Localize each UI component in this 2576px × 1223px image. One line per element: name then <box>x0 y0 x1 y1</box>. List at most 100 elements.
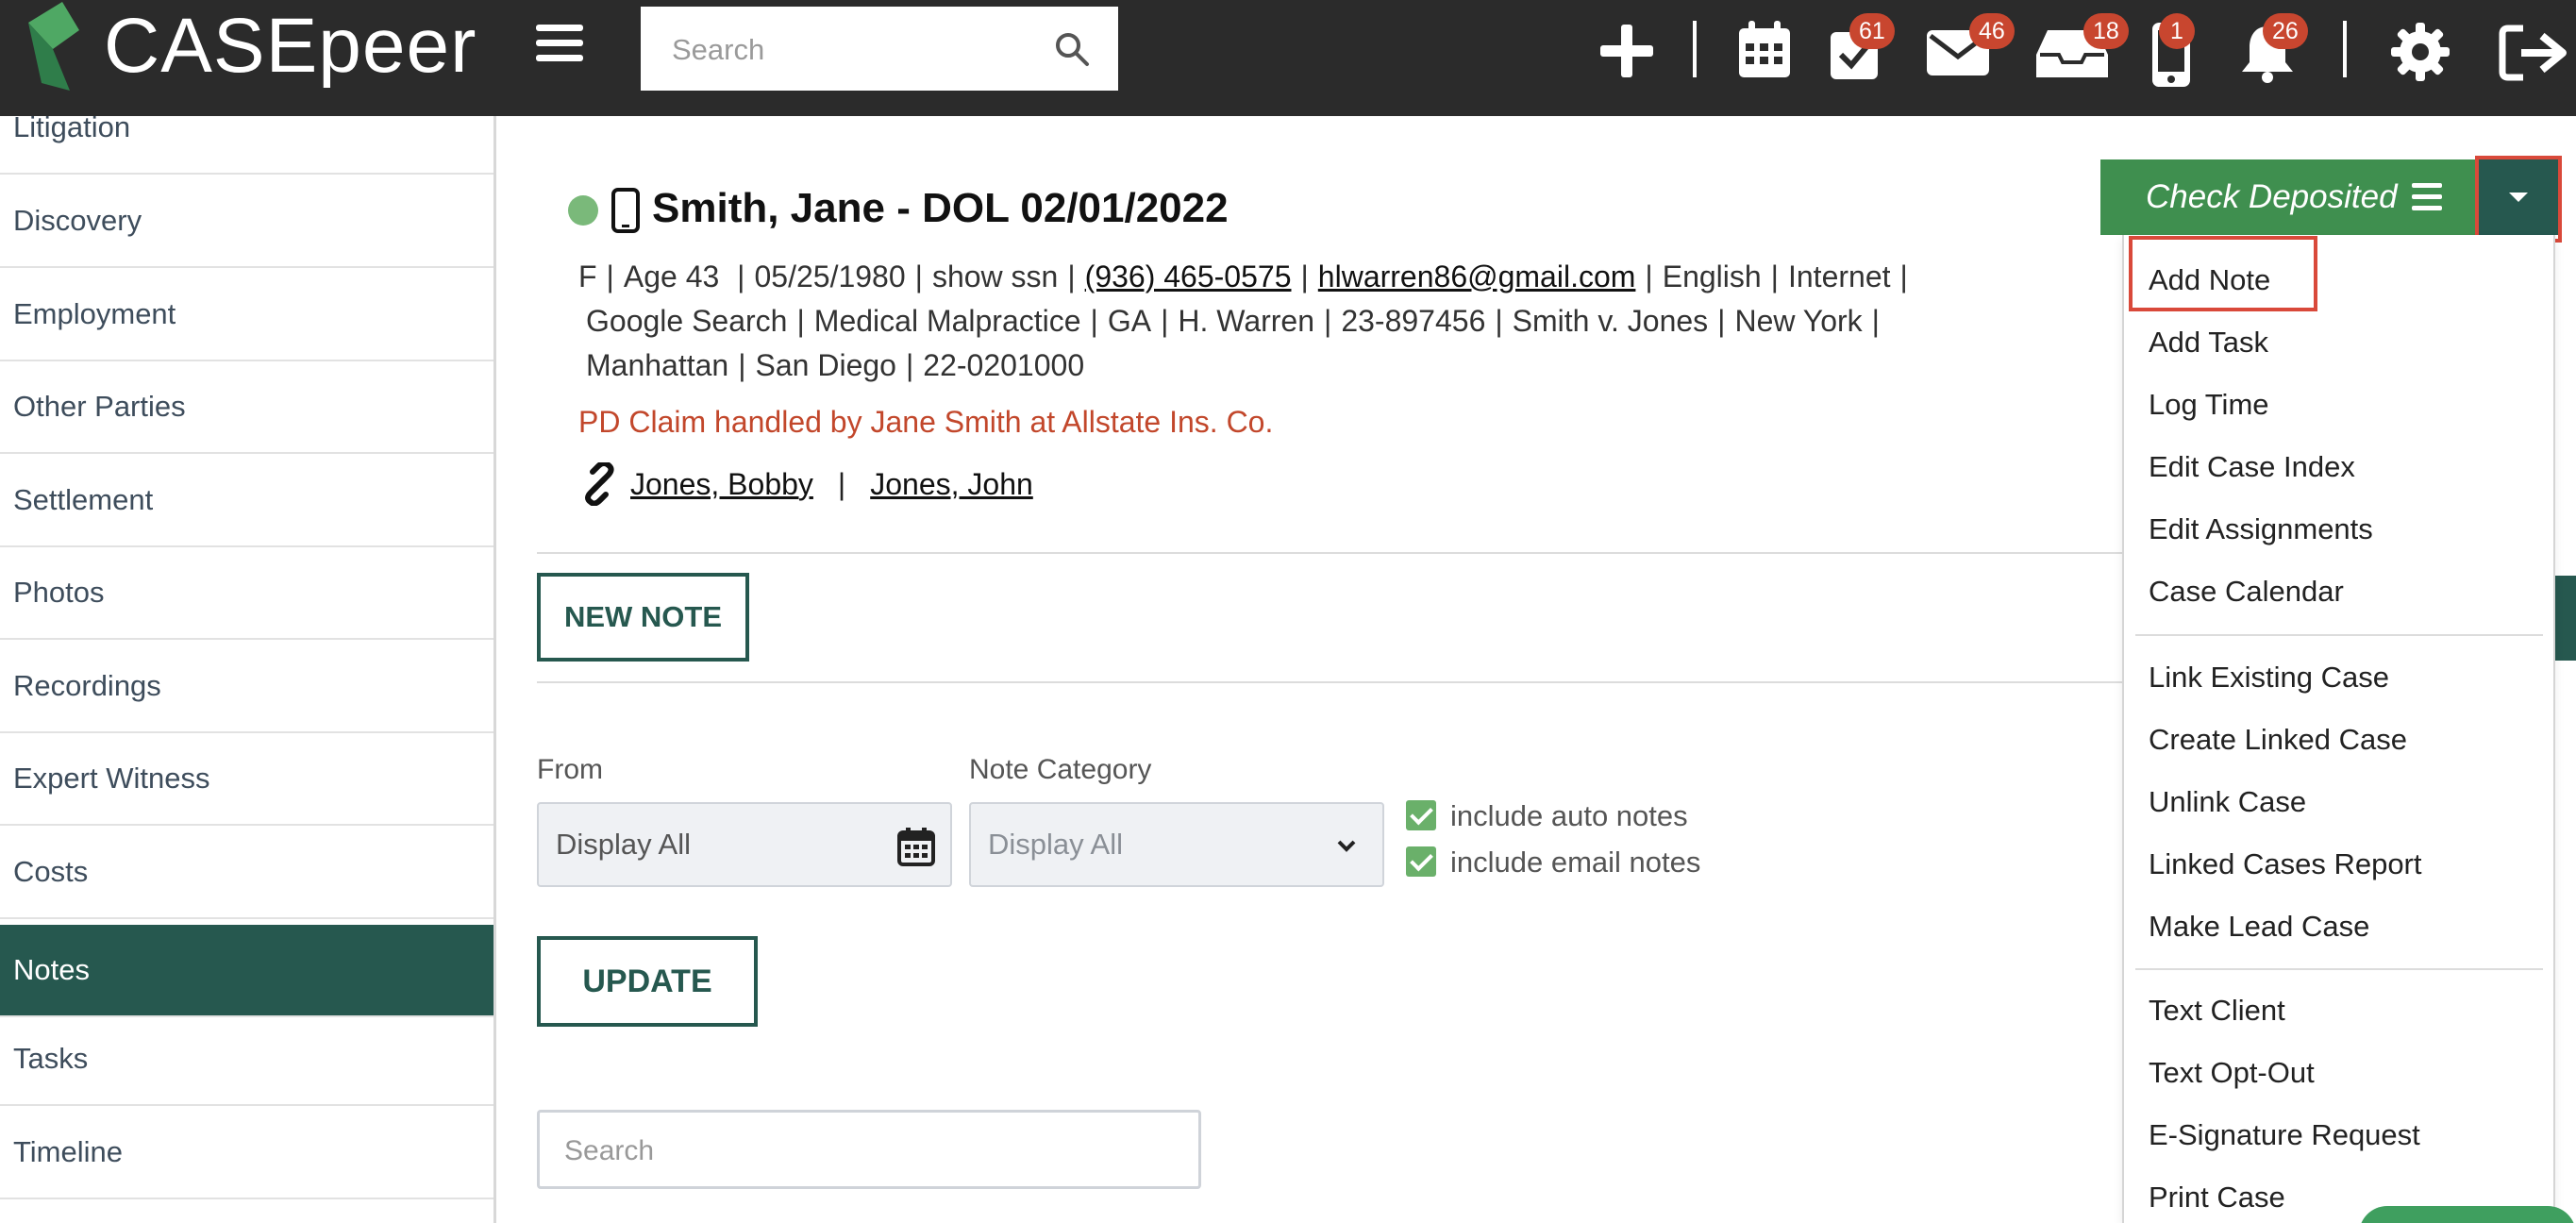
include-email-notes-checkbox[interactable] <box>1406 846 1436 877</box>
linked-case-link[interactable]: Jones, Bobby <box>630 467 813 502</box>
side-panel-tab[interactable] <box>2555 576 2576 661</box>
menu-item-add-task[interactable]: Add Task <box>2149 326 2268 360</box>
sidebar-item-label: Discovery <box>13 204 142 237</box>
client-source: Internet <box>1787 260 1891 293</box>
sidebar-item-discovery[interactable]: Discovery <box>0 176 493 268</box>
chevron-down-icon <box>1337 840 1356 852</box>
menu-divider <box>2135 634 2543 636</box>
search-placeholder: Search <box>672 33 765 66</box>
plus-icon[interactable] <box>1598 23 1655 79</box>
toolbar-divider <box>2343 21 2347 77</box>
logout-icon[interactable] <box>2499 25 2570 81</box>
menu-item-print-case[interactable]: Print Case <box>2149 1181 2285 1215</box>
client-phone-link[interactable]: (936) 465-0575 <box>1085 260 1292 293</box>
case-type: Medical Malpractice <box>813 304 1081 338</box>
sidebar-item-notes[interactable]: Notes <box>0 925 493 1017</box>
menu-item-create-linked-case[interactable]: Create Linked Case <box>2149 723 2407 757</box>
client-dob: 05/25/1980 <box>754 260 906 293</box>
sidebar-item-label: Other Parties <box>13 390 186 423</box>
update-button[interactable]: UPDATE <box>537 936 758 1027</box>
sidebar-item-photos[interactable]: Photos <box>0 547 493 640</box>
case-info-line-2: Google Search | Medical Malpractice | GA | H. … <box>586 304 1880 338</box>
link-icon <box>585 462 614 506</box>
global-search-input[interactable]: Search <box>641 7 1118 91</box>
case-sidebar: Litigation Discovery Employment Other Pa… <box>0 116 496 1223</box>
sidebar-item-other-parties[interactable]: Other Parties <box>0 361 493 454</box>
case-status-button[interactable]: Check Deposited <box>2100 159 2478 235</box>
case-state: GA <box>1107 304 1152 338</box>
sidebar-item-label: Timeline <box>13 1135 123 1168</box>
mail-badge: 46 <box>1969 13 2015 49</box>
calendar-icon[interactable] <box>1737 19 1792 79</box>
tasks-badge: 61 <box>1849 13 1895 49</box>
notes-divider <box>537 681 2122 683</box>
case-office: San Diego <box>755 348 896 382</box>
client-language: English <box>1662 260 1762 293</box>
hamburger-menu-icon[interactable] <box>536 25 583 66</box>
menu-item-log-time[interactable]: Log Time <box>2149 388 2269 422</box>
mobile-phone-icon <box>611 188 640 233</box>
sidebar-item-label: Photos <box>13 576 105 609</box>
client-email-link[interactable]: hlwarren86@gmail.com <box>1318 260 1636 293</box>
notes-search-placeholder: Search <box>564 1135 655 1166</box>
search-icon[interactable] <box>1054 31 1090 67</box>
sidebar-item-label: Settlement <box>13 483 154 516</box>
inbox-badge: 18 <box>2083 13 2129 49</box>
menu-item-case-calendar[interactable]: Case Calendar <box>2149 575 2344 609</box>
menu-item-e-signature-request[interactable]: E-Signature Request <box>2149 1118 2420 1152</box>
sidebar-item-employment[interactable]: Employment <box>0 269 493 361</box>
include-auto-notes-checkbox[interactable] <box>1406 800 1436 830</box>
from-date-value: Display All <box>556 828 691 861</box>
case-info-line-1: F | Age 43 | 05/25/1980 | show ssn | (936) 465-… <box>578 260 1908 293</box>
menu-item-edit-assignments[interactable]: Edit Assignments <box>2149 512 2373 546</box>
top-navbar: CASEpeer Search 61 46 18 1 26 <box>0 0 2576 116</box>
actions-dropdown-menu: Add Note Add Task Log Time Edit Case Ind… <box>2122 235 2555 1223</box>
case-status-dot <box>568 195 598 226</box>
new-note-button[interactable]: NEW NOTE <box>537 573 749 662</box>
sidebar-item-recordings[interactable]: Recordings <box>0 641 493 733</box>
header-divider <box>537 552 2122 554</box>
show-ssn-link[interactable]: show ssn <box>932 260 1058 293</box>
linked-case-link[interactable]: Jones, John <box>870 467 1033 502</box>
highlight-box <box>2475 156 2562 243</box>
sidebar-item-label: Notes <box>13 953 90 986</box>
sidebar-item-tasks[interactable]: Tasks <box>0 1014 493 1106</box>
linked-separator: | <box>837 466 846 501</box>
case-county: Manhattan <box>586 348 729 382</box>
case-venue: New York <box>1734 304 1863 338</box>
menu-item-text-opt-out[interactable]: Text Opt-Out <box>2149 1056 2315 1090</box>
calendar-icon[interactable] <box>897 827 935 866</box>
linked-cases-row: Jones, Bobby | Jones, John <box>577 462 1033 506</box>
menu-item-linked-cases-report[interactable]: Linked Cases Report <box>2149 847 2422 881</box>
sidebar-item-label: Tasks <box>13 1042 89 1075</box>
case-status-label: Check Deposited <box>2146 178 2398 215</box>
from-label: From <box>537 754 603 785</box>
chat-widget-button[interactable] <box>2359 1206 2576 1223</box>
sidebar-item-label: Expert Witness <box>13 762 210 795</box>
sidebar-item-label: Employment <box>13 297 176 330</box>
menu-item-unlink-case[interactable]: Unlink Case <box>2149 785 2306 819</box>
menu-item-link-existing-case[interactable]: Link Existing Case <box>2149 661 2389 695</box>
case-attorney: H. Warren <box>1178 304 1315 338</box>
sidebar-item-settlement[interactable]: Settlement <box>0 455 493 547</box>
menu-item-text-client[interactable]: Text Client <box>2149 994 2285 1028</box>
menu-item-make-lead-case[interactable]: Make Lead Case <box>2149 910 2369 944</box>
file-number: 22-0201000 <box>923 348 1085 382</box>
app-logo[interactable]: CASEpeer <box>25 2 477 91</box>
notes-search-input[interactable]: Search <box>537 1110 1201 1189</box>
update-label: UPDATE <box>582 963 712 999</box>
pd-claim-notice: PD Claim handled by Jane Smith at Allsta… <box>578 405 1274 439</box>
case-number: 23-897456 <box>1341 304 1486 338</box>
gear-icon[interactable] <box>2389 21 2451 83</box>
from-date-filter[interactable]: Display All <box>537 802 952 887</box>
status-menu-icon <box>2412 183 2442 217</box>
sidebar-item-litigation[interactable]: Litigation <box>0 116 493 175</box>
include-auto-notes-label: include auto notes <box>1450 799 1688 832</box>
sidebar-item-timeline[interactable]: Timeline <box>0 1107 493 1199</box>
sidebar-item-costs[interactable]: Costs <box>0 827 493 919</box>
sidebar-item-expert-witness[interactable]: Expert Witness <box>0 733 493 826</box>
note-category-select[interactable]: Display All <box>969 802 1384 887</box>
client-sex: F <box>578 260 597 293</box>
sidebar-item-label: Recordings <box>13 669 161 702</box>
menu-item-edit-case-index[interactable]: Edit Case Index <box>2149 450 2355 484</box>
